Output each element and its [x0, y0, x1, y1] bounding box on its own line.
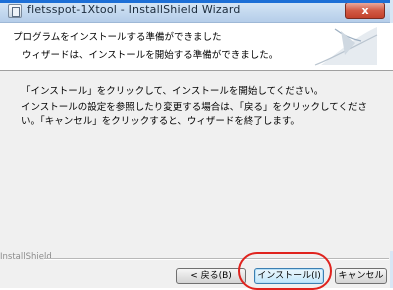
wizard-body: 「インストール」をクリックして、インストールを開始してください。 インストールの… — [0, 71, 393, 251]
header-title: プログラムをインストールする準備ができました — [13, 32, 222, 43]
installer-window: fletsspot-1Xtool - InstallShield Wizard … — [0, 0, 393, 290]
window-title: fletsspot-1Xtool - InstallShield Wizard — [27, 3, 241, 16]
back-button[interactable]: < 戻る(B) — [176, 268, 246, 284]
installer-app-icon — [8, 4, 22, 18]
instruction-text: 「インストール」をクリックして、インストールを開始してください。 — [21, 86, 324, 97]
window-top-edge — [0, 0, 393, 3]
info-text: インストールの設定を参照したり変更する場合は、「戻る」をクリックしてください。「… — [21, 102, 367, 127]
title-bar[interactable]: fletsspot-1Xtool - InstallShield Wizard … — [0, 0, 393, 23]
installshield-brand: InstallShield — [0, 252, 52, 262]
header-subtitle: ウィザードは、インストールを開始する準備ができました。 — [22, 50, 279, 61]
install-button[interactable]: インストール(I) — [254, 268, 324, 284]
cancel-button[interactable]: キャンセル — [335, 268, 387, 284]
wizard-header: プログラムをインストールする準備ができました ウィザードは、インストールを開始す… — [0, 23, 393, 71]
header-swoosh-graphic — [314, 27, 378, 66]
close-button[interactable]: x — [345, 2, 385, 19]
footer-divider — [44, 258, 389, 260]
